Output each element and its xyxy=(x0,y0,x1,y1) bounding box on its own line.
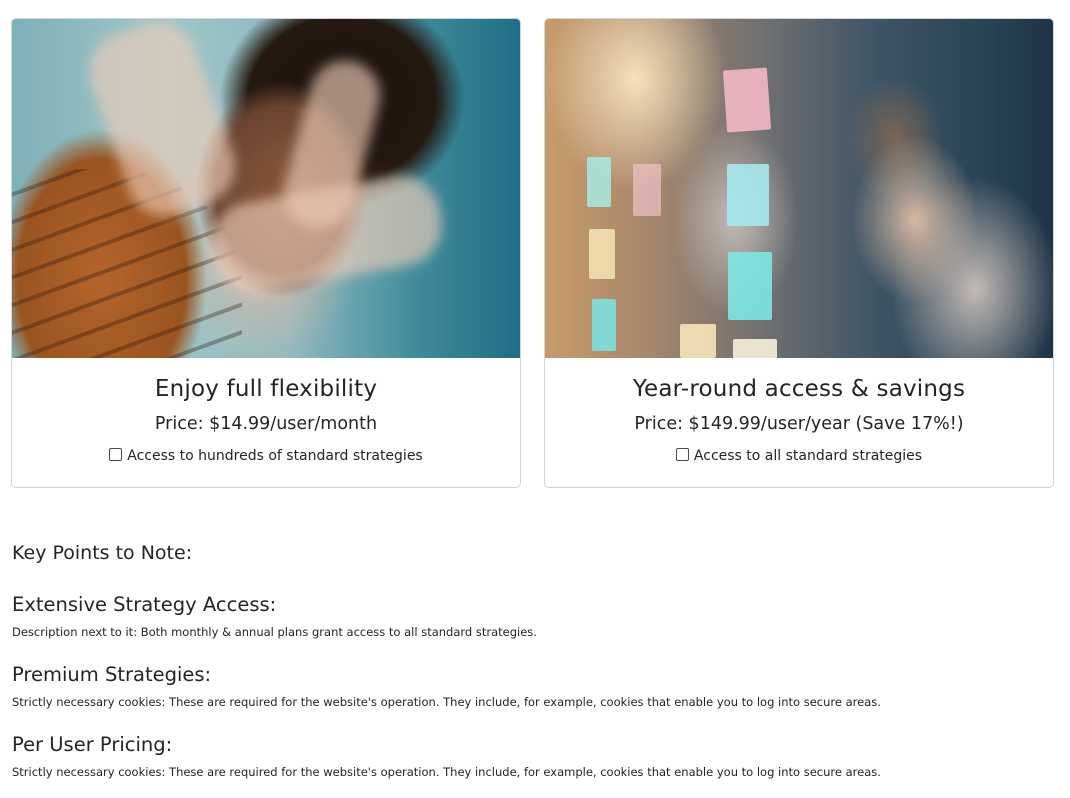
annual-plan-title: Year-round access & savings xyxy=(632,376,966,402)
monthly-feature-label: Access to hundreds of standard strategie… xyxy=(127,448,423,464)
key-points-heading: Key Points to Note: xyxy=(12,542,193,564)
monthly-feature-checkbox[interactable] xyxy=(109,447,123,461)
monthly-plan-price: Price: $14.99/user/month xyxy=(154,414,378,434)
pricing-cards: Enjoy full flexibility Price: $14.99/use… xyxy=(11,18,1056,490)
key-point-description: Strictly necessary cookies: These are re… xyxy=(12,765,881,779)
monthly-plan-card: Enjoy full flexibility Price: $14.99/use… xyxy=(11,18,521,488)
annual-plan-photo xyxy=(545,19,1053,358)
annual-plan-card: Year-round access & savings Price: $149.… xyxy=(544,18,1054,488)
annual-feature-checkbox[interactable] xyxy=(675,447,689,461)
key-point-item: Per User Pricing: Strictly necessary coo… xyxy=(12,732,1052,780)
key-point-title: Premium Strategies: xyxy=(12,663,212,686)
key-point-title: Extensive Strategy Access: xyxy=(12,593,277,616)
annual-feature-label: Access to all standard strategies xyxy=(693,448,923,464)
monthly-plan-feature[interactable]: Access to hundreds of standard strategie… xyxy=(12,446,520,466)
monthly-plan-photo xyxy=(12,19,520,358)
annual-plan-feature[interactable]: Access to all standard strategies xyxy=(545,446,1053,466)
annual-plan-price: Price: $149.99/user/year (Save 17%!) xyxy=(634,414,964,434)
key-point-item: Extensive Strategy Access: Description n… xyxy=(12,592,1052,640)
monthly-plan-title: Enjoy full flexibility xyxy=(154,376,378,402)
key-point-title: Per User Pricing: xyxy=(12,733,173,756)
key-point-description: Description next to it: Both monthly & a… xyxy=(12,625,537,639)
key-point-description: Strictly necessary cookies: These are re… xyxy=(12,695,881,709)
key-point-item: Premium Strategies: Strictly necessary c… xyxy=(12,662,1052,710)
key-points-section: Key Points to Note: Extensive Strategy A… xyxy=(12,540,1052,780)
